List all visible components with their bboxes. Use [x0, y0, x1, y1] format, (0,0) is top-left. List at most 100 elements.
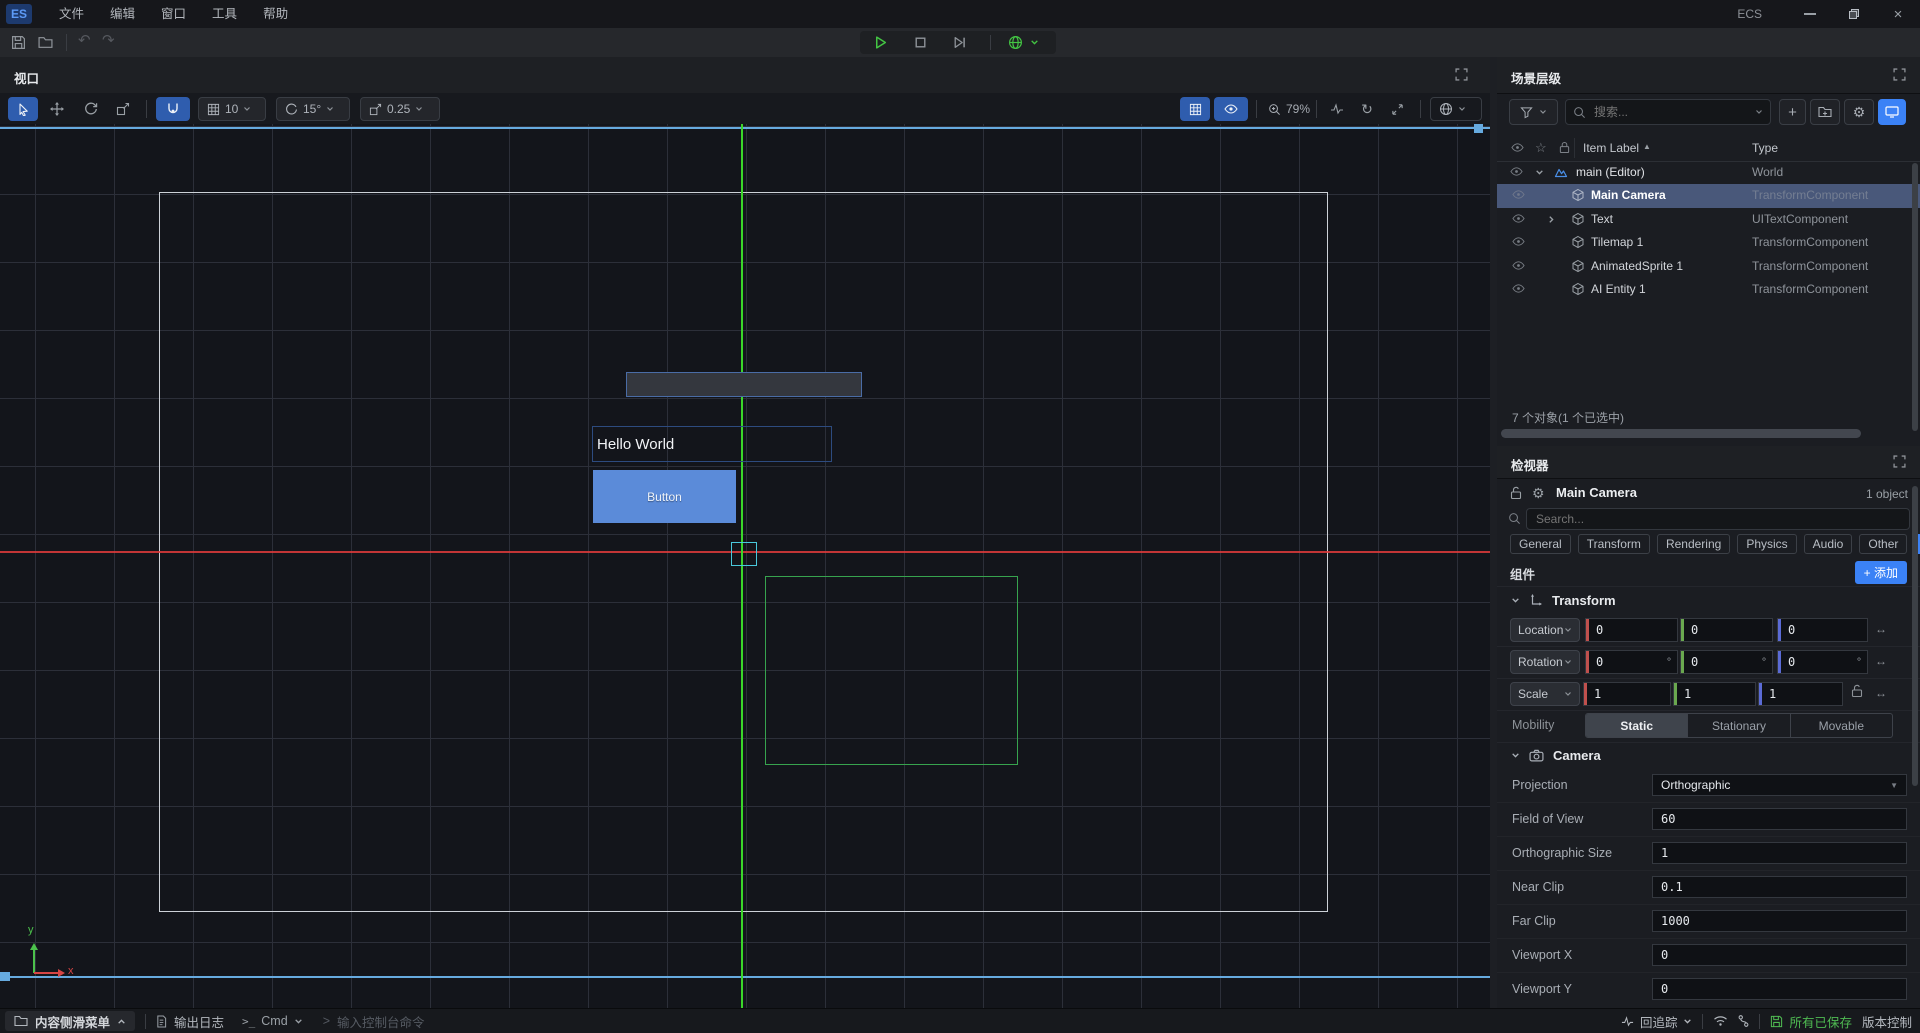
new-folder-button[interactable]	[1810, 99, 1840, 125]
scale-snap-dropdown[interactable]: 0.25	[360, 97, 440, 121]
tree-row-text[interactable]: Text UITextComponent	[1497, 208, 1920, 231]
uniform-scale-lock-icon[interactable]	[1851, 684, 1863, 698]
close-button[interactable]: ×	[1876, 0, 1920, 28]
world-dropdown[interactable]	[1430, 97, 1482, 121]
menu-help[interactable]: 帮助	[250, 0, 301, 28]
field-of-view-input[interactable]: 60	[1652, 808, 1907, 830]
tab-rendering[interactable]: Rendering	[1657, 534, 1730, 554]
add-entity-button[interactable]: +	[1779, 99, 1806, 125]
menu-file[interactable]: 文件	[46, 0, 97, 28]
rotation-label-dropdown[interactable]: Rotation	[1510, 650, 1580, 674]
tree-row-tilemap[interactable]: Tilemap 1 TransformComponent	[1497, 231, 1920, 254]
hierarchy-search-input[interactable]	[1592, 104, 1749, 120]
content-drawer-button[interactable]: 内容侧滑菜单	[5, 1011, 135, 1031]
save-status-button[interactable]: 所有已保存	[1770, 1012, 1852, 1031]
tree-row-animatedsprite[interactable]: AnimatedSprite 1 TransformComponent	[1497, 255, 1920, 278]
menu-window[interactable]: 窗口	[148, 0, 199, 28]
hierarchy-expand-button[interactable]	[1893, 68, 1906, 81]
location-x-field[interactable]: 0	[1585, 618, 1678, 642]
select-tool-button[interactable]	[8, 97, 38, 121]
hierarchy-search-box[interactable]	[1565, 99, 1771, 125]
cmd-dropdown[interactable]: >_ Cmd	[242, 1014, 303, 1028]
mobility-static[interactable]: Static	[1586, 714, 1688, 737]
mobility-stationary[interactable]: Stationary	[1688, 714, 1790, 737]
link-axes-icon[interactable]: ↔	[1875, 686, 1887, 700]
hierarchy-hscrollbar[interactable]	[1501, 429, 1861, 438]
hierarchy-vscrollbar[interactable]	[1912, 163, 1918, 431]
location-label-dropdown[interactable]: Location	[1510, 618, 1580, 642]
display-mode-button[interactable]	[1878, 99, 1906, 125]
lock-column-icon[interactable]	[1559, 141, 1570, 154]
inspector-search-box[interactable]	[1526, 508, 1910, 530]
grid-toggle-button[interactable]	[1180, 97, 1210, 121]
reset-view-button[interactable]: ↻	[1354, 97, 1380, 121]
eye-icon[interactable]	[1512, 282, 1525, 295]
add-component-button[interactable]: + 添加	[1855, 561, 1907, 584]
step-button[interactable]	[952, 35, 967, 50]
scale-y-field[interactable]: 1	[1673, 682, 1756, 706]
visibility-toggle-button[interactable]	[1214, 97, 1248, 121]
menu-tools[interactable]: 工具	[199, 0, 250, 28]
ui-bounds-handle-bottom-left[interactable]	[0, 972, 10, 981]
tree-row-ai-entity[interactable]: AI Entity 1 TransformComponent	[1497, 278, 1920, 301]
eye-icon[interactable]	[1512, 188, 1525, 201]
scale-tool-button[interactable]	[108, 97, 138, 121]
network-status-button[interactable]	[1713, 1015, 1728, 1027]
scene-panel-bar[interactable]	[626, 372, 862, 397]
move-tool-button[interactable]	[42, 97, 72, 121]
viewport-y-input[interactable]: 0	[1652, 978, 1907, 1000]
scene-green-rect[interactable]	[765, 576, 1018, 765]
visibility-column-icon[interactable]	[1511, 141, 1524, 154]
projection-dropdown[interactable]: Orthographic ▼	[1652, 774, 1907, 796]
scale-label-dropdown[interactable]: Scale	[1510, 682, 1580, 706]
chevron-down-icon[interactable]	[1535, 168, 1544, 177]
viewport-expand-button[interactable]	[1455, 68, 1468, 81]
location-z-field[interactable]: 0	[1777, 618, 1868, 642]
tab-audio[interactable]: Audio	[1804, 534, 1853, 554]
ui-bounds-handle-top-right[interactable]	[1474, 124, 1483, 133]
rotation-snap-dropdown[interactable]: 15°	[276, 97, 350, 121]
tab-physics[interactable]: Physics	[1737, 534, 1796, 554]
inspector-vscrollbar[interactable]	[1912, 486, 1918, 786]
inspector-expand-button[interactable]	[1893, 455, 1906, 468]
stats-button[interactable]	[1324, 97, 1350, 121]
origin-selection-box[interactable]	[731, 542, 757, 566]
viewport-x-input[interactable]: 0	[1652, 944, 1907, 966]
chevron-right-icon[interactable]	[1547, 215, 1556, 224]
rotate-tool-button[interactable]	[76, 97, 106, 121]
stop-button[interactable]	[913, 35, 928, 50]
camera-section-header[interactable]: Camera	[1497, 742, 1920, 768]
console-input[interactable]: > 输入控制台命令	[323, 1012, 425, 1031]
open-project-button[interactable]	[38, 36, 53, 49]
run-mode-dropdown[interactable]	[1008, 35, 1039, 50]
eye-icon[interactable]	[1512, 259, 1525, 272]
version-control-button[interactable]: 版本控制	[1862, 1012, 1912, 1031]
location-y-field[interactable]: 0	[1680, 618, 1773, 642]
near-clip-input[interactable]: 0.1	[1652, 876, 1907, 898]
inspector-search-input[interactable]	[1534, 511, 1902, 527]
far-clip-input[interactable]: 1000	[1652, 910, 1907, 932]
link-axes-icon[interactable]: ↔	[1875, 622, 1887, 636]
fullscreen-button[interactable]	[1384, 97, 1410, 121]
tree-row-main-camera[interactable]: Main Camera TransformComponent	[1497, 184, 1920, 207]
scene-text-element[interactable]: Hello World	[592, 426, 832, 462]
save-button[interactable]	[11, 35, 26, 50]
rotation-y-field[interactable]: 0°	[1680, 650, 1773, 674]
zoom-level[interactable]: 79%	[1268, 102, 1310, 116]
rotation-x-field[interactable]: 0°	[1585, 650, 1678, 674]
panel-divider[interactable]	[1490, 57, 1497, 1008]
play-button[interactable]	[873, 35, 888, 50]
scale-z-field[interactable]: 1	[1758, 682, 1843, 706]
column-item-label[interactable]: Item Label	[1583, 141, 1639, 155]
maximize-button[interactable]	[1832, 0, 1876, 28]
output-log-button[interactable]: 输出日志	[156, 1012, 224, 1031]
rotation-z-field[interactable]: 0°	[1777, 650, 1868, 674]
unlock-icon[interactable]	[1510, 486, 1522, 500]
source-control-branch-button[interactable]	[1738, 1014, 1749, 1028]
tree-row-main[interactable]: main (Editor) World	[1497, 161, 1920, 184]
scene-canvas[interactable]: Hello World Button y x	[0, 124, 1490, 1008]
menu-edit[interactable]: 编辑	[97, 0, 148, 28]
minimize-button[interactable]	[1788, 0, 1832, 28]
redo-button[interactable]: ↷	[102, 33, 115, 48]
grid-snap-dropdown[interactable]: 10	[198, 97, 266, 121]
